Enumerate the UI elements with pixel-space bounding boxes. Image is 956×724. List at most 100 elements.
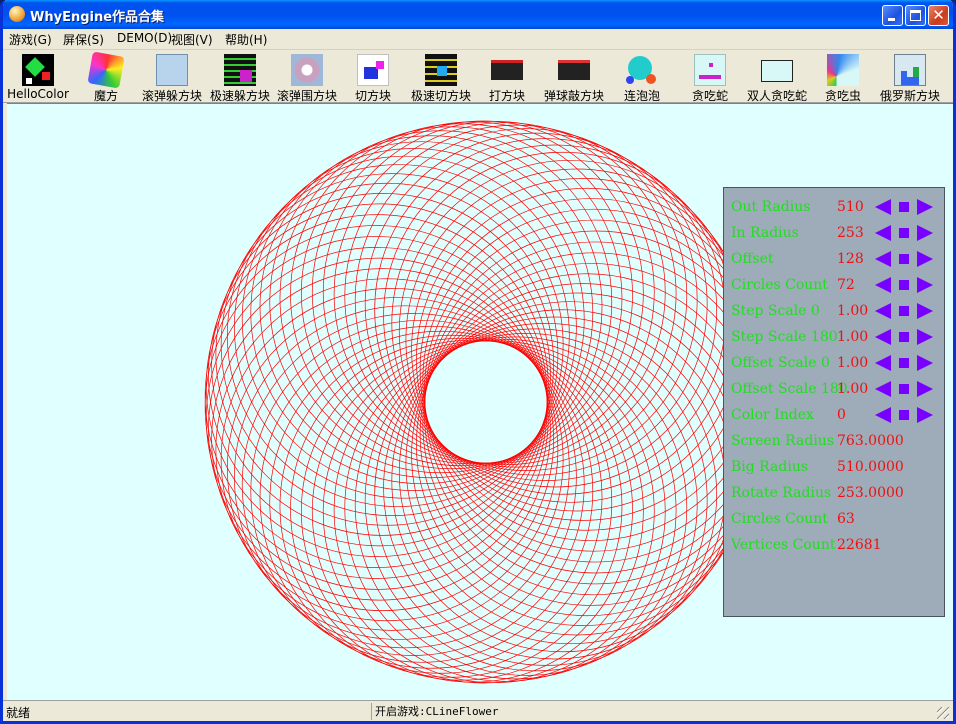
decrease-arrow-icon[interactable] xyxy=(875,407,891,423)
decrease-arrow-icon[interactable] xyxy=(875,303,891,319)
decrease-arrow-icon[interactable] xyxy=(875,225,891,241)
speed-dodge-icon xyxy=(224,54,256,86)
tool-label: 连泡泡 xyxy=(623,89,660,103)
tool-two-player-snake[interactable]: 双人贪吃蛇 xyxy=(741,52,813,103)
param-label: Offset Scale 180 xyxy=(731,381,848,397)
resize-grip-icon[interactable] xyxy=(937,707,949,719)
param-value: 128 xyxy=(837,251,864,267)
increase-arrow-icon[interactable] xyxy=(917,277,933,293)
tool-speed-cut[interactable]: 极速切方块 xyxy=(407,52,475,103)
info-value: 510.0000 xyxy=(837,459,904,475)
tool-rolling-dodge[interactable]: 滚弹躲方块 xyxy=(139,52,205,103)
flower-circle xyxy=(424,230,768,574)
minimize-button[interactable] xyxy=(882,5,903,26)
flower-circle xyxy=(424,241,767,585)
increase-arrow-icon[interactable] xyxy=(917,329,933,345)
reset-square-icon[interactable] xyxy=(899,254,909,264)
title-bar[interactable]: WhyEngine作品合集 ✕ xyxy=(3,0,953,29)
tool-label: 俄罗斯方块 xyxy=(879,89,940,103)
param-label: Out Radius xyxy=(731,199,811,215)
param-value: 1.00 xyxy=(837,381,869,397)
reset-square-icon[interactable] xyxy=(899,332,909,342)
param-label: Step Scale 180 xyxy=(731,329,838,345)
flower-circle xyxy=(234,305,577,649)
param-row: Offset Scale 0 1.00 xyxy=(731,351,941,375)
param-value: 1.00 xyxy=(837,355,869,371)
tool-hit-block[interactable]: 打方块 xyxy=(483,52,531,103)
menu-help[interactable]: 帮助(H) xyxy=(225,31,267,48)
reset-square-icon[interactable] xyxy=(899,358,909,368)
info-value: 253.0000 xyxy=(837,485,904,501)
param-value: 1.00 xyxy=(837,329,869,345)
maximize-button[interactable] xyxy=(905,5,926,26)
flower-circle xyxy=(424,219,767,563)
menu-view[interactable]: 视图(V) xyxy=(171,31,213,48)
speed-cut-icon xyxy=(425,54,457,86)
decrease-arrow-icon[interactable] xyxy=(875,251,891,267)
flower-circle xyxy=(422,252,766,596)
tool-rolling-surround[interactable]: 滚弹围方块 xyxy=(274,52,340,103)
param-label: Offset Scale 0 xyxy=(731,355,830,371)
reset-square-icon[interactable] xyxy=(899,228,909,238)
param-label: In Radius xyxy=(731,225,799,241)
param-value: 253 xyxy=(837,225,864,241)
info-value: 63 xyxy=(837,511,855,527)
tool-bubbles[interactable]: 连泡泡 xyxy=(617,52,667,103)
tool-label: 滚弹围方块 xyxy=(276,89,337,103)
reset-square-icon[interactable] xyxy=(899,306,909,316)
decrease-arrow-icon[interactable] xyxy=(875,381,891,397)
flower-circle xyxy=(391,151,735,495)
param-row: Offset 128 xyxy=(731,247,941,271)
info-row: Vertices Count 22681 xyxy=(731,533,941,557)
reset-square-icon[interactable] xyxy=(899,280,909,290)
info-label: Circles Count xyxy=(731,511,828,527)
increase-arrow-icon[interactable] xyxy=(917,199,933,215)
reset-square-icon[interactable] xyxy=(899,202,909,212)
flower-circle xyxy=(354,333,698,676)
decrease-arrow-icon[interactable] xyxy=(875,329,891,345)
info-value: 763.0000 xyxy=(837,433,904,449)
rubiks-cube-icon xyxy=(87,51,125,89)
parameter-panel: Out Radius 510 In Radius 253 Offset 128 xyxy=(723,187,945,617)
tool-label: 切方块 xyxy=(354,89,391,103)
tool-label: 弹球敲方块 xyxy=(543,89,604,103)
flower-circle xyxy=(234,155,577,499)
tetris-icon xyxy=(894,54,926,86)
increase-arrow-icon[interactable] xyxy=(917,251,933,267)
ball-knock-icon xyxy=(558,60,590,80)
increase-arrow-icon[interactable] xyxy=(917,303,933,319)
close-icon: ✕ xyxy=(932,6,945,24)
tool-tetris[interactable]: 俄罗斯方块 xyxy=(875,52,945,103)
tool-label: 滚弹躲方块 xyxy=(141,89,202,103)
maximize-icon xyxy=(910,10,921,21)
decrease-arrow-icon[interactable] xyxy=(875,355,891,371)
tool-snake[interactable]: 贪吃蛇 xyxy=(681,52,739,103)
rolling-dodge-icon xyxy=(156,54,188,86)
tool-worm[interactable]: 贪吃虫 xyxy=(818,52,868,103)
tool-cut-block[interactable]: 切方块 xyxy=(348,52,398,103)
reset-square-icon[interactable] xyxy=(899,384,909,394)
increase-arrow-icon[interactable] xyxy=(917,407,933,423)
reset-square-icon[interactable] xyxy=(899,410,909,420)
decrease-arrow-icon[interactable] xyxy=(875,199,891,215)
close-button[interactable]: ✕ xyxy=(928,5,949,26)
increase-arrow-icon[interactable] xyxy=(917,355,933,371)
tool-ball-knock[interactable]: 弹球敲方块 xyxy=(538,52,610,103)
menu-demo[interactable]: DEMO(D) xyxy=(117,31,172,45)
param-row: Color Index 0 xyxy=(731,403,941,427)
render-canvas[interactable]: Out Radius 510 In Radius 253 Offset 128 xyxy=(7,103,953,700)
tool-label: 双人贪吃蛇 xyxy=(746,89,807,103)
window-title: WhyEngine作品合集 xyxy=(30,10,165,25)
flower-circle xyxy=(311,120,655,464)
tool-speed-dodge[interactable]: 极速躲方块 xyxy=(207,52,273,103)
info-row: Circles Count 63 xyxy=(731,507,941,531)
app-icon[interactable] xyxy=(9,6,25,22)
increase-arrow-icon[interactable] xyxy=(917,381,933,397)
tool-rubiks-cube[interactable]: 魔方 xyxy=(75,51,137,103)
menu-game[interactable]: 游戏(G) xyxy=(9,31,52,48)
decrease-arrow-icon[interactable] xyxy=(875,277,891,293)
hit-block-icon xyxy=(491,60,523,80)
tool-hellocolor[interactable]: HelloColor xyxy=(3,52,73,101)
increase-arrow-icon[interactable] xyxy=(917,225,933,241)
menu-screensaver[interactable]: 屏保(S) xyxy=(63,31,104,48)
